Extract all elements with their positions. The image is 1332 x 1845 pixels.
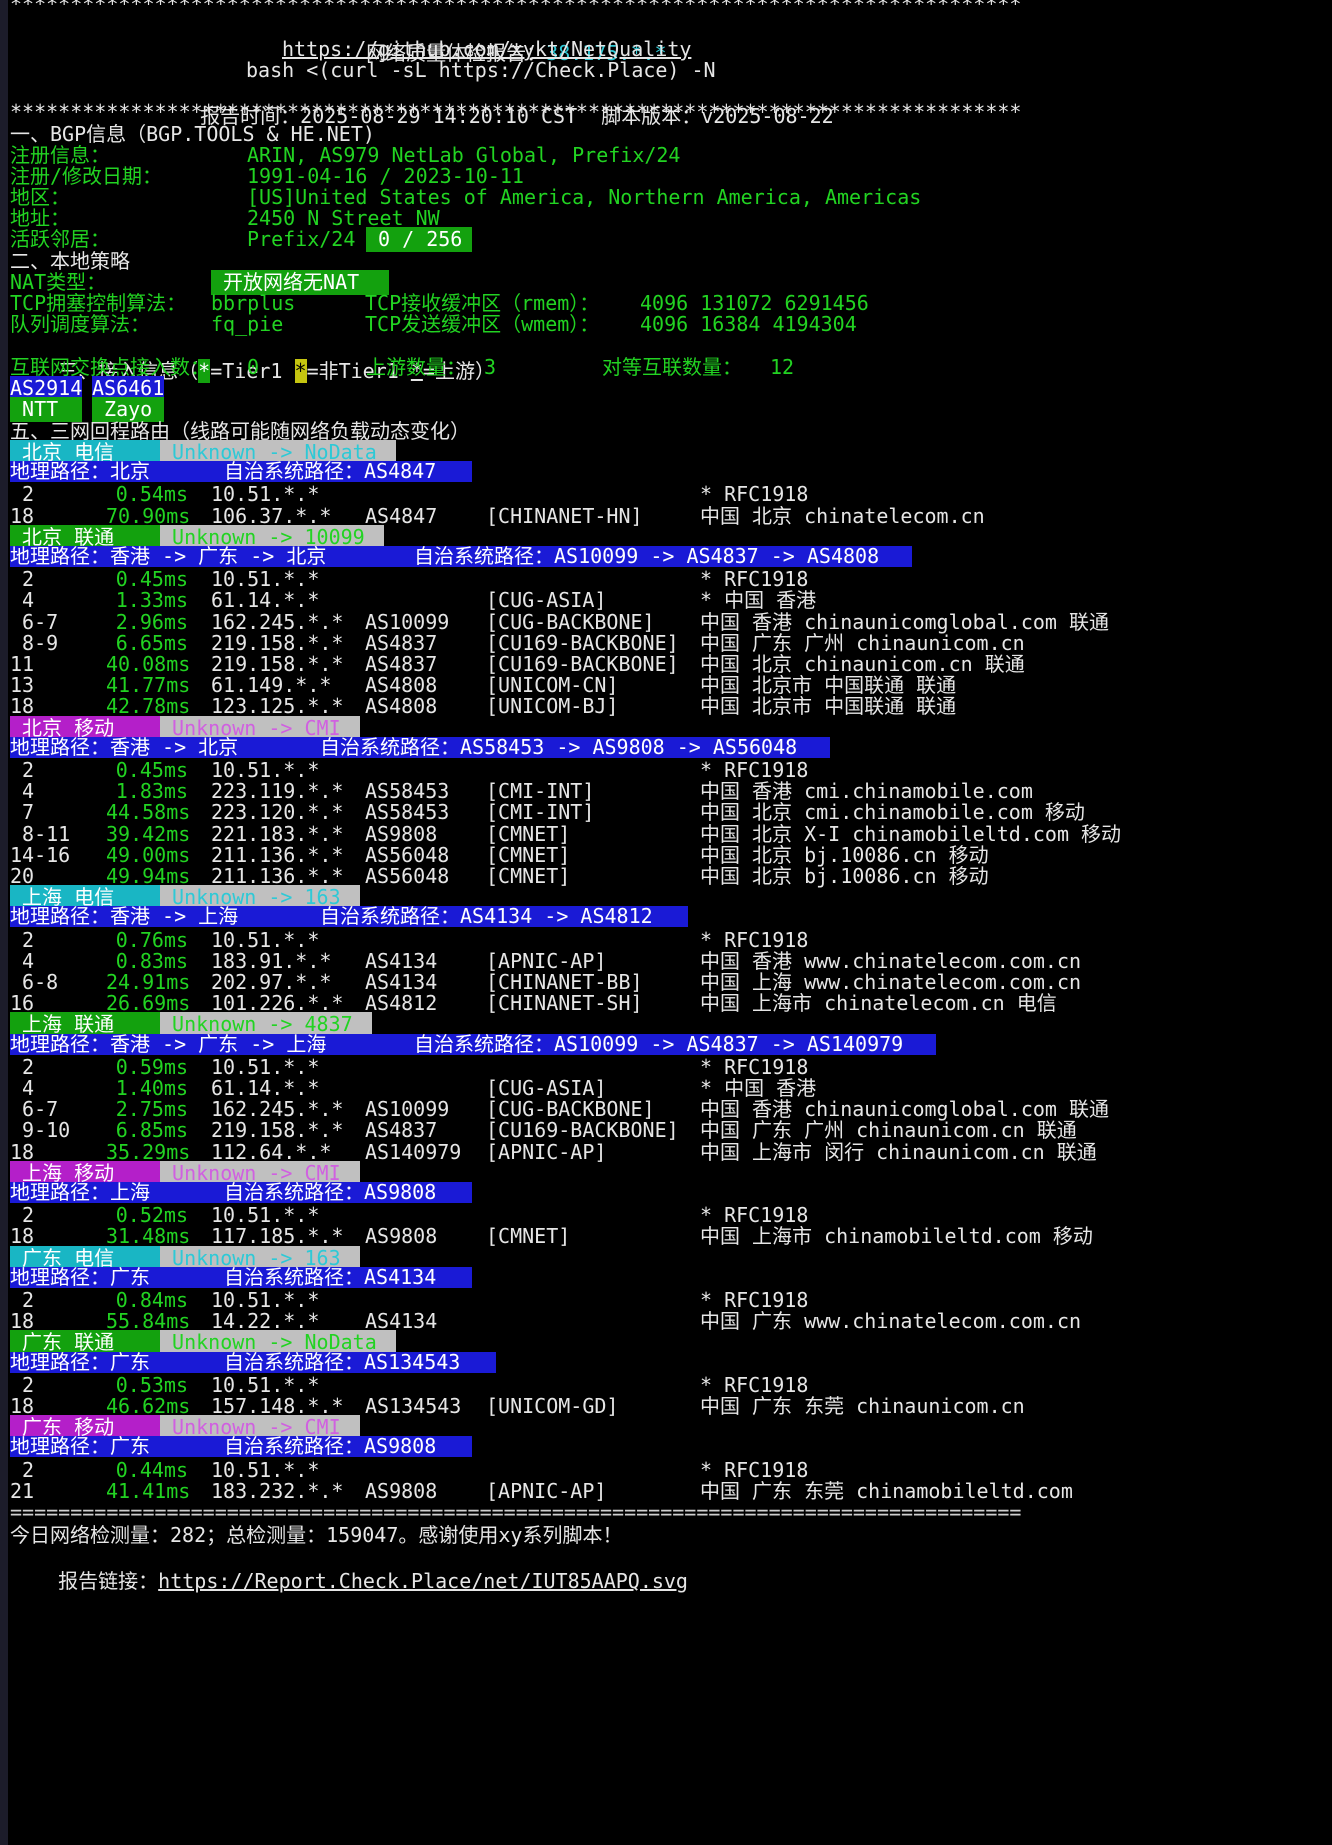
- hop-net: [APNIC-AP]: [486, 1139, 607, 1164]
- route-as-path: 自治系统路径：AS58453 -> AS9808 -> AS56048: [320, 734, 798, 759]
- route-as-path-label: 自治系统路径：: [224, 1434, 364, 1459]
- route-as-path-value: AS4847: [364, 459, 437, 484]
- route-path-bar: 地理路径：香港 -> 广东 -> 北京 自治系统路径：AS10099 -> AS4…: [10, 546, 912, 567]
- non-tier1-marker: *: [294, 359, 307, 383]
- route-as-path-value: AS4134: [364, 1264, 437, 1289]
- hop-loc: 中国 上海市 chinamobileltd.com 移动: [700, 1224, 1093, 1249]
- hop-net: [UNICOM-GD]: [486, 1394, 619, 1418]
- route-as-path-value: AS9808: [364, 1180, 437, 1204]
- route-geo-path: 香港 -> 广东 -> 上海: [110, 1031, 327, 1056]
- route-as-path: 自治系统路径：AS9808: [224, 1436, 436, 1457]
- hop-as: AS56048: [365, 864, 450, 888]
- terminal-scrollbar[interactable]: [0, 0, 8, 1845]
- hop-as: AS9808: [365, 1224, 438, 1249]
- route-as-path-value: AS9808: [364, 1434, 437, 1459]
- route-as-path-label: 自治系统路径：: [414, 544, 554, 568]
- upstream-count-value: 3: [484, 355, 497, 379]
- footer-report-row: 报告链接：https://Report.Check.Place/net/IUT8…: [10, 1544, 688, 1593]
- route-path-bar: 地理路径：北京 自治系统路径：AS4847: [10, 459, 472, 484]
- route-path-bar: 地理路径：香港 -> 广东 -> 上海 自治系统路径：AS10099 -> AS4…: [10, 1031, 936, 1056]
- footer-divider: ========================================…: [10, 1500, 1022, 1524]
- hop-net: [CMNET]: [486, 864, 571, 888]
- hop-as: AS140979: [365, 1139, 462, 1164]
- route-as-path-label: 自治系统路径：: [224, 1349, 364, 1374]
- ix-value: 0: [247, 355, 260, 379]
- hop-loc: 中国 北京 bj.10086.cn 移动: [700, 864, 989, 888]
- route-as-path-value: AS10099 -> AS4837 -> AS4808: [554, 544, 880, 568]
- footer-report-link[interactable]: https://Report.Check.Place/net/IUT85AAPQ…: [158, 1569, 688, 1593]
- route-as-path: 自治系统路径：AS10099 -> AS4837 -> AS4808: [414, 546, 879, 567]
- peer-count-label: 对等互联数量：: [602, 355, 742, 379]
- route-geo-path: 香港 -> 广东 -> 北京: [110, 544, 327, 568]
- route-as-path-value: AS4134 -> AS4812: [460, 904, 653, 929]
- route-as-path-value: AS134543: [364, 1349, 461, 1374]
- hop-loc: 中国 北京 chinatelecom.cn: [700, 503, 985, 528]
- route-geo-label: 地理路径：: [10, 734, 110, 759]
- route-as-path-label: 自治系统路径：: [320, 904, 460, 929]
- route-geo-label: 地理路径：: [10, 459, 110, 484]
- route-as-path: 自治系统路径：AS10099 -> AS4837 -> AS140979: [414, 1031, 904, 1056]
- peer-count-value: 12: [770, 355, 795, 379]
- terminal-output: ****************************************…: [10, 0, 1332, 1845]
- hop-as: AS4808: [365, 694, 438, 719]
- route-as-path-value: AS58453 -> AS9808 -> AS56048: [460, 734, 798, 759]
- hop-as: AS134543: [365, 1394, 462, 1418]
- route-as-path: 自治系统路径：AS4134: [224, 1264, 437, 1289]
- bgp-neighbors-count: 0 / 256: [366, 227, 475, 252]
- hop-net: [CHINANET-SH]: [486, 991, 643, 1016]
- hop-net: [CMNET]: [486, 1224, 571, 1249]
- hop-loc: 中国 北京市 中国联通 联通: [700, 694, 957, 719]
- bgp-neighbors-prefix: Prefix/24: [247, 227, 356, 251]
- route-geo-label: 地理路径：: [10, 1349, 110, 1374]
- route-as-path: 自治系统路径：AS9808: [224, 1182, 436, 1203]
- route-geo-label: 地理路径：: [10, 1180, 110, 1204]
- route-as-path: 自治系统路径：AS4847: [224, 461, 436, 482]
- route-geo-path: 上海: [110, 1180, 150, 1204]
- route-path-bar: 地理路径：广东 自治系统路径：AS134543: [10, 1349, 496, 1374]
- route-path-bar: 地理路径：香港 -> 上海 自治系统路径：AS4134 -> AS4812: [10, 904, 688, 929]
- route-geo-path: 广东: [110, 1434, 150, 1459]
- route-as-path: 自治系统路径：AS4134 -> AS4812: [320, 906, 653, 927]
- stars-top: ****************************************…: [10, 0, 1022, 16]
- route-geo-label: 地理路径：: [10, 904, 110, 929]
- route-geo-path: 香港 -> 北京: [110, 734, 239, 759]
- route-geo-path: 香港 -> 上海: [110, 904, 239, 929]
- hop-loc: 中国 广东 www.chinatelecom.com.cn: [700, 1309, 1082, 1334]
- upstream-count-label: 上游数量：: [366, 355, 466, 379]
- route-path-bar: 地理路径：香港 -> 北京 自治系统路径：AS58453 -> AS9808 ->…: [10, 734, 830, 759]
- hop-loc: 中国 上海市 chinatelecom.cn 电信: [700, 991, 1057, 1016]
- route-as-path-label: 自治系统路径：: [320, 734, 460, 759]
- hop-as: AS4812: [365, 991, 438, 1016]
- route-geo-path: 广东: [110, 1349, 150, 1374]
- route-path-bar: 地理路径：广东 自治系统路径：AS9808: [10, 1434, 472, 1459]
- route-geo-path: 广东: [110, 1264, 150, 1289]
- wmem-value: 4096 16384 4194304: [640, 312, 857, 336]
- hop-loc: 中国 广东 东莞 chinaunicom.cn: [700, 1394, 1025, 1418]
- route-as-path: 自治系统路径：AS134543: [224, 1349, 461, 1374]
- route-as-path-label: 自治系统路径：: [224, 1264, 364, 1289]
- hop-net: [CHINANET-HN]: [486, 503, 643, 528]
- route-as-path-label: 自治系统路径：: [414, 1031, 554, 1056]
- footer-report-label: 报告链接：: [58, 1569, 159, 1593]
- hop-net: [UNICOM-BJ]: [486, 694, 619, 719]
- hop-loc: 中国 上海市 闵行 chinaunicom.cn 联通: [700, 1139, 1097, 1164]
- route-as-path-label: 自治系统路径：: [224, 1180, 364, 1204]
- route-path-bar: 地理路径：广东 自治系统路径：AS4134: [10, 1264, 472, 1289]
- route-path-bar: 地理路径：上海 自治系统路径：AS9808: [10, 1182, 472, 1203]
- route-geo-label: 地理路径：: [10, 1264, 110, 1289]
- route-geo-path: 北京: [110, 459, 150, 484]
- route-geo-label: 地理路径：: [10, 1434, 110, 1459]
- route-as-path-value: AS10099 -> AS4837 -> AS140979: [554, 1031, 904, 1056]
- route-geo-label: 地理路径：: [10, 1031, 110, 1056]
- route-as-path-label: 自治系统路径：: [224, 459, 364, 484]
- route-geo-label: 地理路径：: [10, 544, 110, 568]
